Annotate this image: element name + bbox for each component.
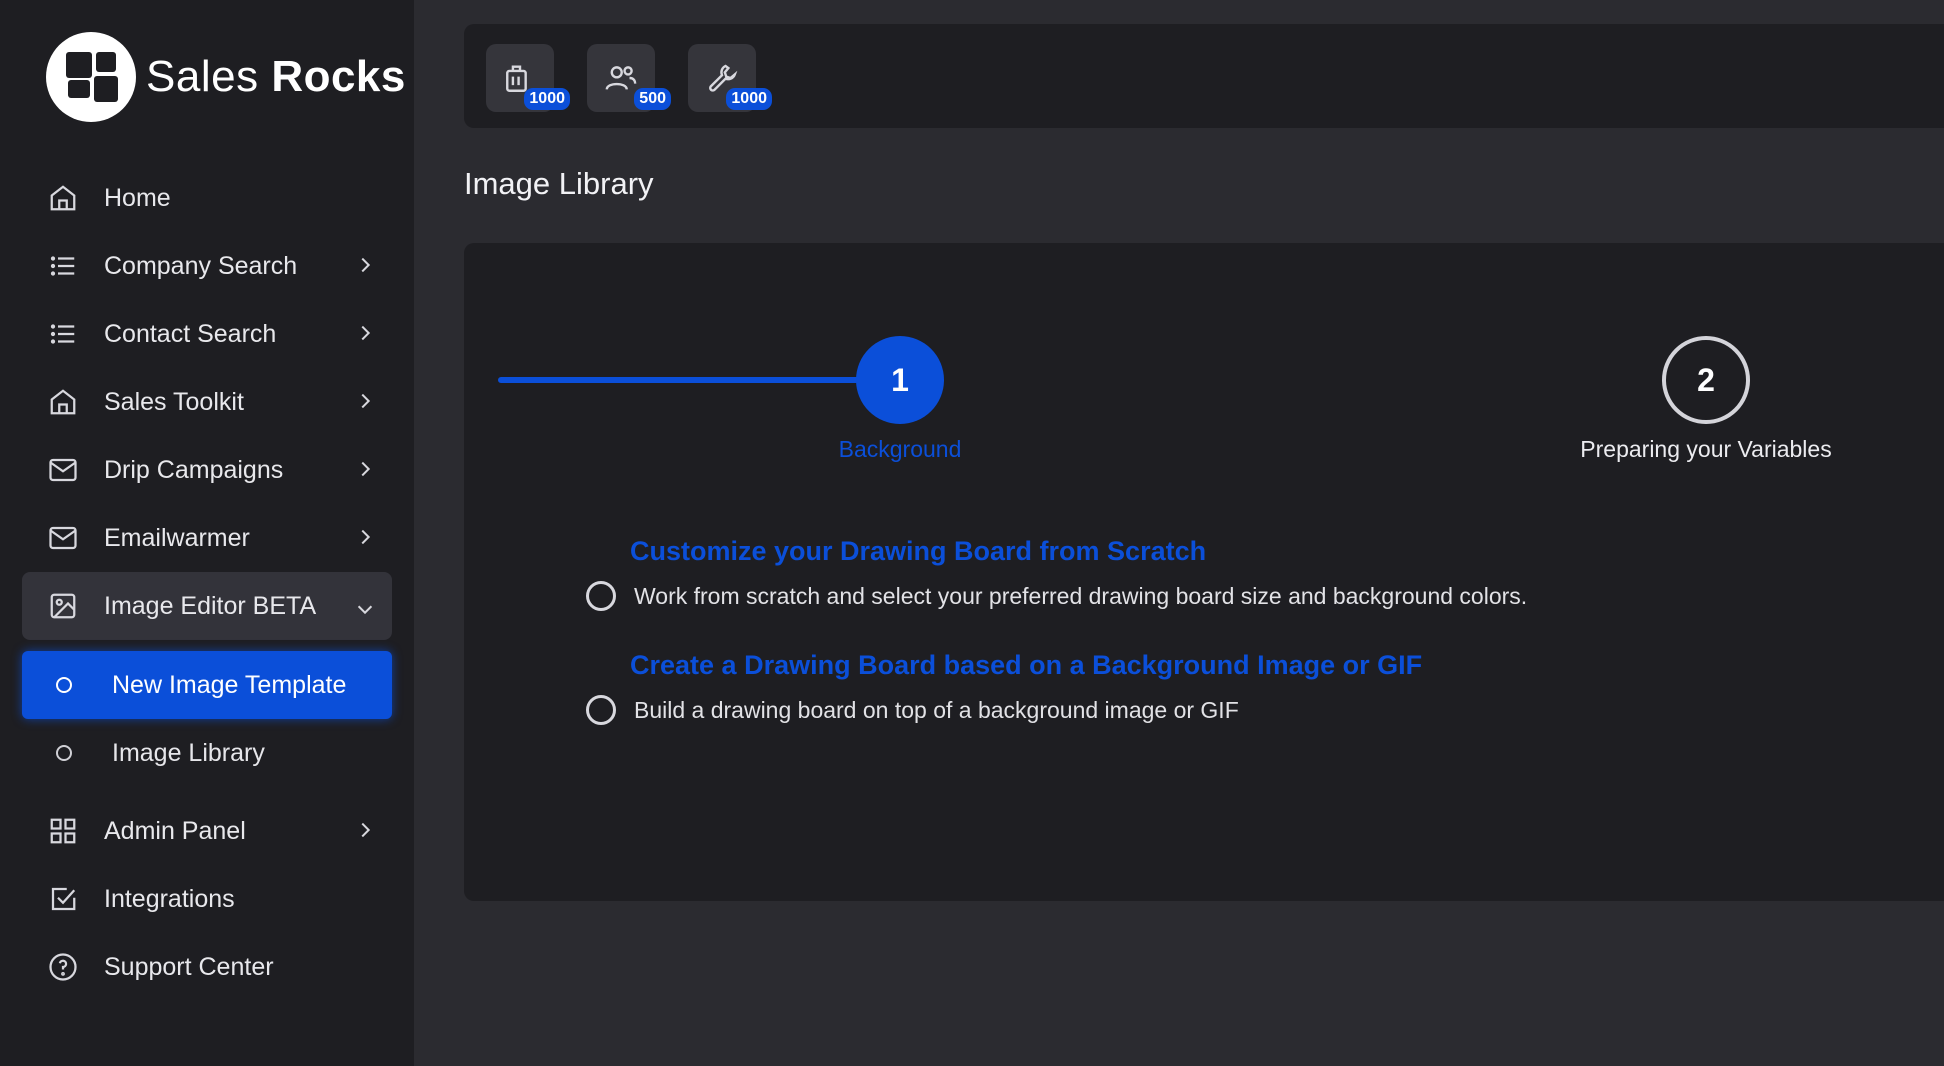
wizard-card: 1 Background 2 Preparing your Variables … (464, 243, 1944, 901)
credits-companies[interactable]: 1000 (486, 44, 570, 112)
credits-contacts[interactable]: 500 (587, 44, 671, 112)
step-number: 1 (891, 361, 909, 398)
credits-tools[interactable]: 1000 (688, 44, 772, 112)
sidebar-item-home[interactable]: Home (22, 164, 392, 232)
sidebar-item-label: Emailwarmer (104, 523, 250, 552)
logo-mark-icon (46, 32, 136, 122)
credit-badge: 500 (634, 88, 671, 110)
sidebar-item-admin-panel[interactable]: Admin Panel (22, 797, 392, 865)
option-scratch-radio[interactable] (586, 581, 616, 611)
chevron-right-icon (361, 257, 371, 273)
sidebar-item-integrations[interactable]: Integrations (22, 865, 392, 933)
checkbox-icon (46, 882, 80, 916)
sidebar-item-sales-toolkit[interactable]: Sales Toolkit (22, 368, 392, 436)
sidebar: Sales Rocks Home Company Search Contact … (0, 0, 414, 1066)
stepper-progress-line (498, 377, 868, 383)
mail-icon (46, 453, 80, 487)
chevron-down-icon (357, 605, 373, 615)
step-number: 2 (1697, 361, 1715, 398)
brand-logo[interactable]: Sales Rocks (46, 32, 406, 122)
sidebar-item-label: Contact Search (104, 319, 277, 348)
brand-name: Sales Rocks (146, 52, 406, 101)
grid-icon (46, 814, 80, 848)
chevron-right-icon (361, 461, 371, 477)
step-2-label: Preparing your Variables (1580, 436, 1832, 462)
option-background-description: Build a drawing board on top of a backgr… (634, 697, 1239, 723)
help-circle-icon (46, 950, 80, 984)
step-1-indicator[interactable]: 1 (856, 336, 944, 424)
home-icon (46, 385, 80, 419)
sidebar-item-emailwarmer[interactable]: Emailwarmer (22, 504, 392, 572)
sidebar-item-label: Home (104, 183, 171, 212)
users-icon (605, 66, 637, 90)
list-icon (46, 249, 80, 283)
sidebar-item-contact-search[interactable]: Contact Search (22, 300, 392, 368)
option-scratch-title[interactable]: Customize your Drawing Board from Scratc… (630, 536, 1206, 567)
option-background-title[interactable]: Create a Drawing Board based on a Backgr… (630, 650, 1422, 681)
bullet-icon (56, 745, 72, 761)
sidebar-subitem-label: Image Library (112, 738, 265, 767)
bullet-icon (56, 677, 72, 693)
credit-badge: 1000 (726, 88, 772, 110)
option-scratch-description: Work from scratch and select your prefer… (634, 583, 1528, 609)
chevron-right-icon (361, 529, 371, 545)
page-title: Image Library (464, 166, 654, 201)
sidebar-subitem-new-image-template[interactable]: New Image Template (22, 651, 392, 719)
home-icon (46, 181, 80, 215)
sidebar-item-label: Support Center (104, 952, 274, 981)
sidebar-subitem-label: New Image Template (112, 670, 347, 699)
mail-icon (46, 521, 80, 555)
credit-badge: 1000 (524, 88, 570, 110)
chevron-right-icon (361, 822, 371, 838)
sidebar-subitem-image-library[interactable]: Image Library (22, 719, 392, 787)
top-bar: 1000 500 1000 (464, 24, 1944, 128)
step-2-indicator[interactable]: 2 (1662, 336, 1750, 424)
step-1-label: Background (838, 436, 962, 462)
sidebar-item-label: Sales Toolkit (104, 387, 244, 416)
sidebar-item-image-editor[interactable]: Image Editor BETA (22, 572, 392, 640)
sidebar-item-support-center[interactable]: Support Center (22, 933, 392, 1001)
sidebar-item-label: Drip Campaigns (104, 455, 284, 484)
sidebar-item-label: Image Editor BETA (104, 591, 317, 620)
option-background-radio[interactable] (586, 695, 616, 725)
sidebar-item-label: Company Search (104, 251, 298, 280)
sidebar-item-company-search[interactable]: Company Search (22, 232, 392, 300)
sidebar-item-label: Integrations (104, 884, 235, 913)
chevron-right-icon (361, 393, 371, 409)
chevron-right-icon (361, 325, 371, 341)
sidebar-item-drip-campaigns[interactable]: Drip Campaigns (22, 436, 392, 504)
sidebar-item-label: Admin Panel (104, 816, 246, 845)
image-icon (46, 589, 80, 623)
list-icon (46, 317, 80, 351)
